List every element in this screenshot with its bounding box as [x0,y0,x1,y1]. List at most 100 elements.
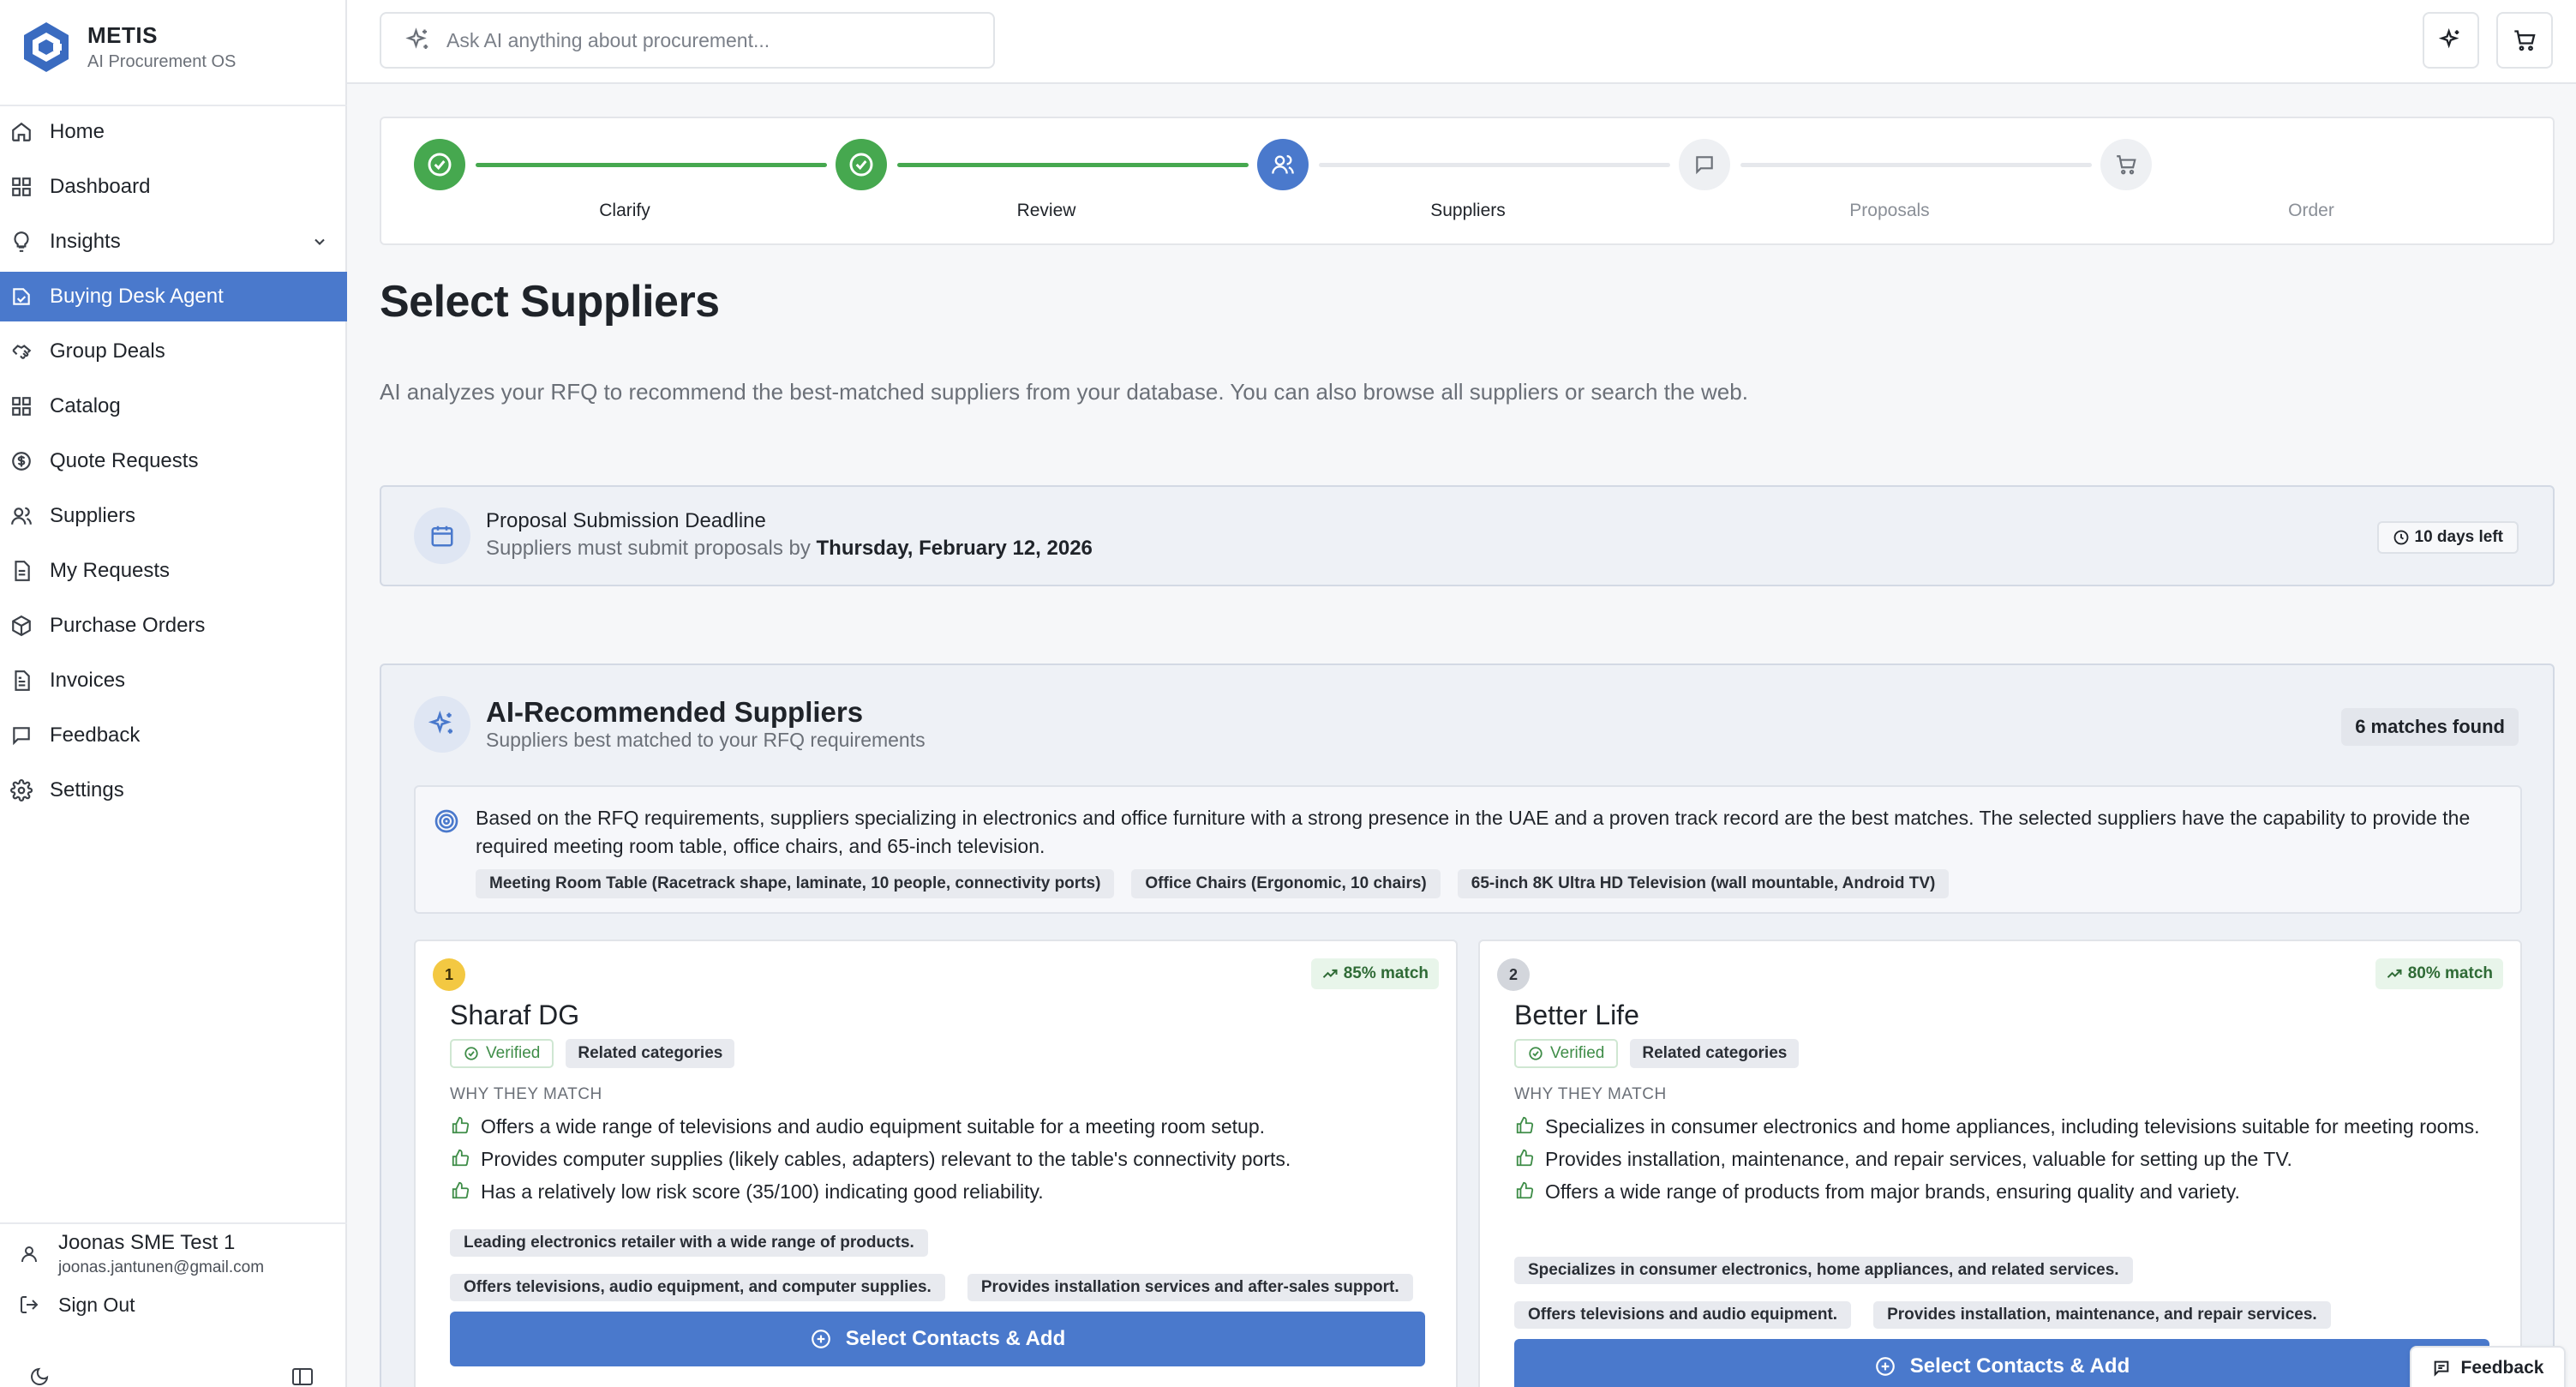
check-circle-icon [428,153,452,177]
thumbs-up-icon [452,1116,470,1134]
sidebar-item-suppliers[interactable]: Suppliers [0,491,347,541]
verified-badge: Verified [450,1039,554,1068]
trending-up-icon [2387,969,2402,978]
dollar-icon [12,452,31,471]
user-profile[interactable]: Joonas SME Test 1 joonas.jantunen@gmail.… [0,1224,347,1284]
sidebar-toggle-icon[interactable] [291,1366,314,1387]
deadline-card: Proposal Submission Deadline Suppliers m… [380,485,2555,586]
sidebar-item-catalog[interactable]: Catalog [0,381,347,431]
check-circle-icon [464,1047,478,1060]
reason-text: Has a relatively low risk score (35/100)… [481,1180,1044,1203]
step-label-order: Order [2288,201,2334,220]
sidebar-item-my-requests[interactable]: My Requests [0,546,347,596]
list-item: Specializes in consumer electronics and … [1514,1113,2491,1140]
step-suppliers[interactable] [1257,139,1309,190]
step-clarify[interactable] [414,139,465,190]
user-name: Joonas SME Test 1 [58,1231,236,1254]
brand-subtitle: AI Procurement OS [87,52,237,71]
sign-out-icon [21,1296,39,1313]
ai-panel-title: AI-Recommended Suppliers [486,696,864,728]
sidebar-divider [0,105,347,106]
feedback-floating-button[interactable]: Feedback [2410,1346,2566,1387]
sidebar-item-label: Feedback [50,724,141,747]
sidebar-item-label: Purchase Orders [50,614,206,637]
ai-badge [414,696,470,753]
match-score-badge: 80% match [2375,958,2503,989]
supplier-highlights: Specializes in consumer electronics, hom… [1514,1257,2508,1329]
step-label-proposals: Proposals [1849,201,1930,220]
progress-stepper: Clarify Review Suppliers Proposals Order [380,117,2555,245]
match-score-text: 85% match [1343,964,1429,982]
package-icon [12,615,31,637]
deadline-date: Thursday, February 12, 2026 [816,537,1093,560]
ai-recommended-panel: AI-Recommended Suppliers Suppliers best … [380,663,2555,1387]
highlight-tag: Offers televisions, audio equipment, and… [450,1274,945,1301]
ask-ai-input[interactable] [446,28,961,52]
plus-circle-icon [811,1330,830,1348]
thumbs-up-icon [1516,1149,1534,1167]
sidebar-item-label: Quote Requests [50,449,199,472]
sidebar-item-quote-requests[interactable]: Quote Requests [0,436,347,486]
moon-icon[interactable] [29,1366,50,1387]
reason-text: Provides installation, maintenance, and … [1545,1148,2292,1170]
ai-assistant-button[interactable] [2423,12,2479,69]
sidebar-item-home[interactable]: Home [0,107,347,157]
related-categories-badge[interactable]: Related categories [1630,1039,1800,1068]
supplier-badges: Verified Related categories [450,1039,735,1068]
matches-count-badge: 6 matches found [2341,708,2519,746]
sidebar-item-group-deals[interactable]: Group Deals [0,327,347,376]
users-icon [1272,154,1294,174]
list-item: Provides installation, maintenance, and … [1514,1145,2491,1173]
dashboard-icon [12,177,31,196]
sidebar-item-label: Home [50,120,105,143]
ask-ai-bar[interactable] [380,12,995,69]
clock-icon [2393,530,2408,545]
sidebar-item-insights[interactable]: Insights [0,217,347,267]
highlight-tag: Leading electronics retailer with a wide… [450,1229,928,1257]
supplier-badges: Verified Related categories [1514,1039,1800,1068]
sidebar-item-feedback[interactable]: Feedback [0,711,347,760]
select-contacts-button[interactable]: Select Contacts & Add [450,1312,1425,1366]
brand[interactable]: METIS AI Procurement OS [22,19,236,75]
related-categories-badge[interactable]: Related categories [566,1039,735,1068]
chevron-down-icon[interactable] [311,233,328,250]
sidebar-item-buying-desk-agent[interactable]: Buying Desk Agent [0,272,347,321]
verified-text: Verified [1550,1044,1605,1062]
requirement-tags: Meeting Room Table (Racetrack shape, lam… [476,869,1950,898]
calendar-icon [431,525,453,547]
invoice-icon [15,670,30,691]
user-icon [21,1246,37,1263]
ai-reasoning-text: Based on the RFQ requirements, suppliers… [476,807,2471,857]
sidebar-item-settings[interactable]: Settings [0,766,347,815]
cart-button[interactable] [2496,12,2553,69]
verified-text: Verified [486,1044,541,1062]
days-left-text: 10 days left [2414,528,2504,546]
agent-icon [13,288,30,305]
plus-circle-icon [1875,1357,1895,1376]
sidebar-item-purchase-orders[interactable]: Purchase Orders [0,601,347,651]
thumbs-up-icon [452,1181,470,1199]
page-title: Select Suppliers [380,277,720,327]
thumbs-up-icon [1516,1181,1534,1199]
target-icon [434,809,458,833]
reason-text: Provides computer supplies (likely cable… [481,1148,1291,1170]
step-review[interactable] [836,139,887,190]
requirement-tag: 65-inch 8K Ultra HD Television (wall mou… [1457,869,1950,898]
message-icon [13,727,30,746]
list-item: Offers a wide range of products from maj… [1514,1178,2491,1205]
step-label-clarify: Clarify [599,201,650,220]
message-icon [1696,156,1713,175]
sidebar-item-label: Invoices [50,669,126,692]
select-contacts-button[interactable]: Select Contacts & Add [1514,1339,2489,1387]
sidebar-item-dashboard[interactable]: Dashboard [0,162,347,212]
sidebar-item-label: Catalog [50,394,121,417]
list-item: Offers a wide range of televisions and a… [450,1113,1427,1140]
user-block: Joonas SME Test 1 joonas.jantunen@gmail.… [0,1224,347,1324]
select-contacts-label: Select Contacts & Add [1909,1354,2130,1378]
reason-text: Specializes in consumer electronics and … [1545,1115,2480,1138]
ai-panel-subtitle: Suppliers best matched to your RFQ requi… [486,729,926,751]
sign-out-button[interactable]: Sign Out [0,1286,347,1324]
home-icon [12,122,31,141]
sidebar-item-invoices[interactable]: Invoices [0,656,347,706]
supplier-name: Sharaf DG [450,1000,580,1030]
